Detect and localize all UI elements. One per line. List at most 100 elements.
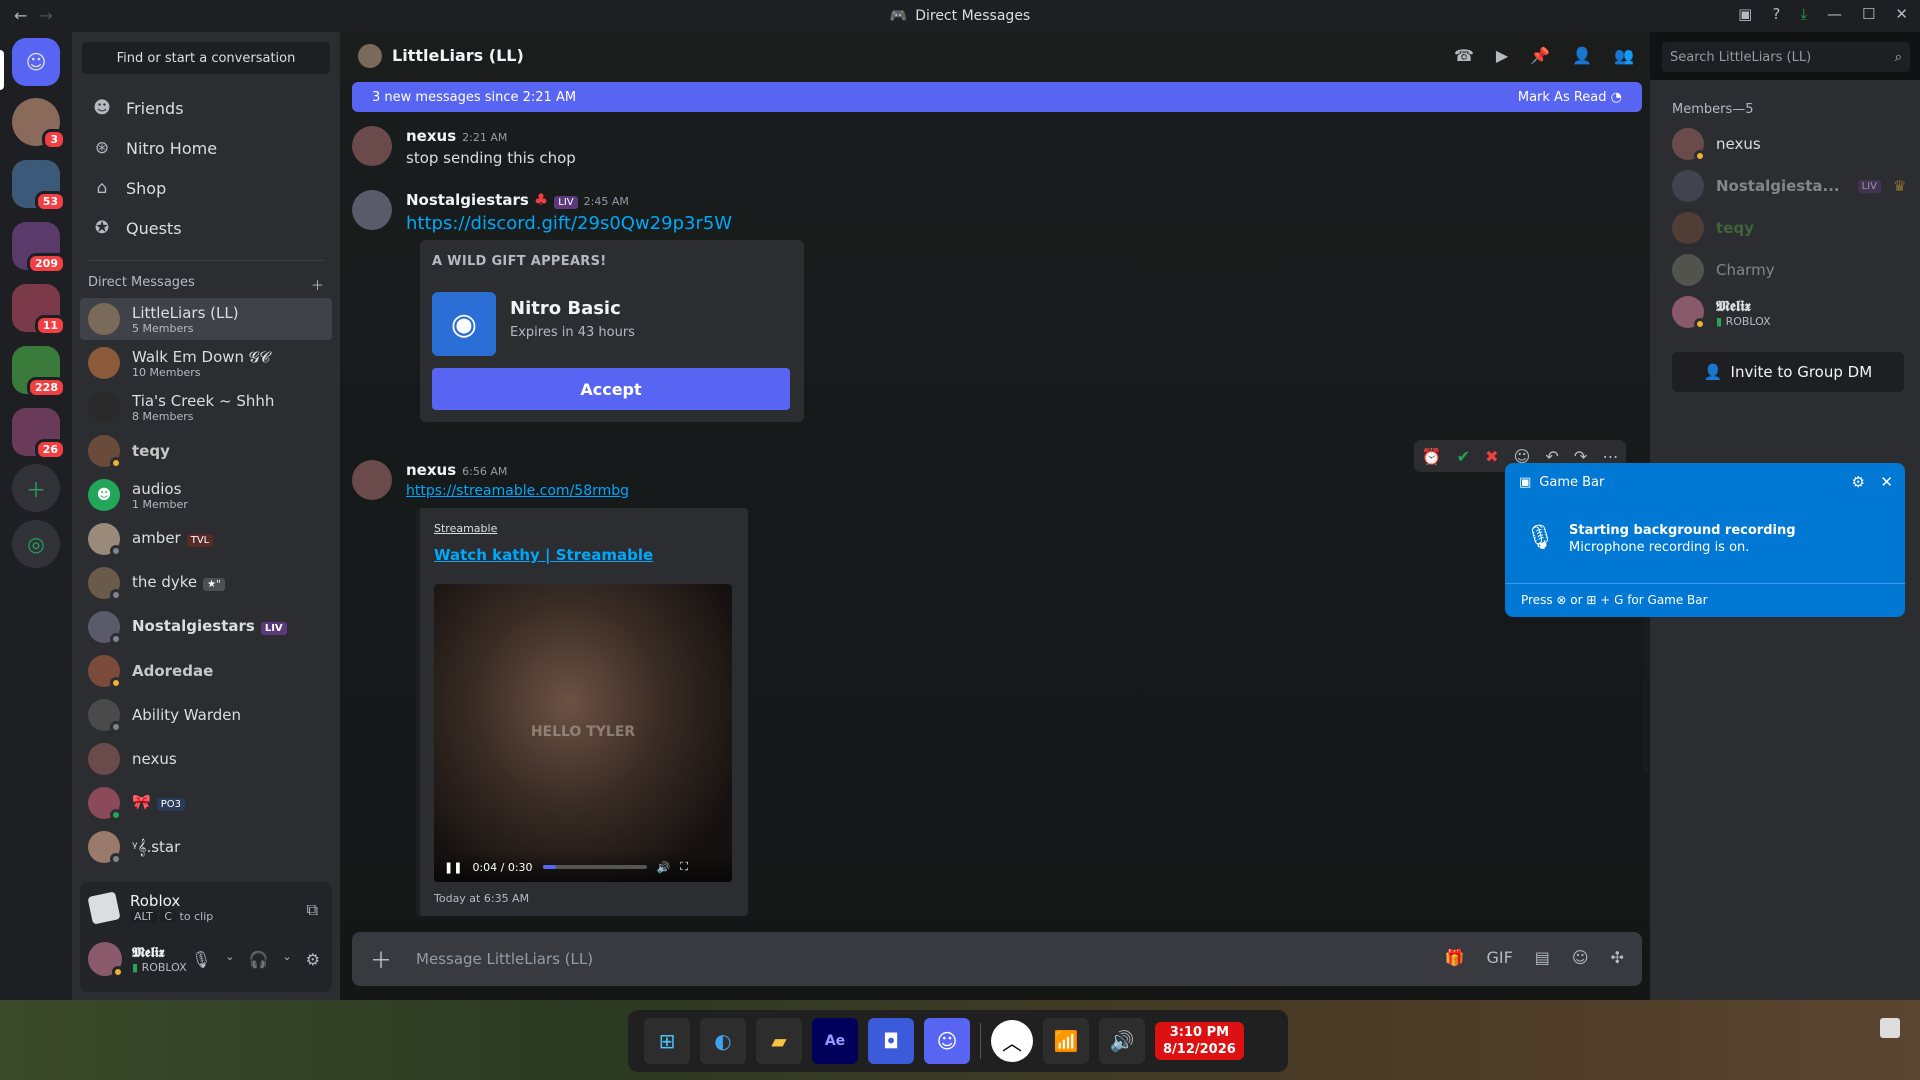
server-folder[interactable]: 26 [12, 408, 66, 460]
forward-arrow-icon[interactable]: → [39, 6, 52, 25]
gamebar-settings-icon[interactable]: ⚙ [1852, 473, 1865, 491]
inbox-icon[interactable]: ▣ [1738, 5, 1752, 23]
cross-icon[interactable]: ✖ [1485, 447, 1498, 466]
volume-icon[interactable]: 🔊 [1099, 1018, 1145, 1064]
member-item[interactable]: teqy [1672, 212, 1754, 244]
phone-call-icon[interactable]: ☎ [1454, 46, 1474, 65]
wifi-icon[interactable]: 📶 [1043, 1018, 1089, 1064]
app-icon[interactable]: ◘ [868, 1018, 914, 1064]
message-author[interactable]: Nostalgiestars [406, 191, 529, 209]
member-item[interactable]: Nostalgiesta... LIV ♛ [1672, 170, 1906, 202]
mark-as-read-button[interactable]: Mark As Read [1518, 90, 1607, 105]
after-effects-icon[interactable]: Ae [812, 1018, 858, 1064]
nav-friends[interactable]: ☻ Friends [80, 88, 332, 128]
notification-center-icon[interactable] [1880, 1018, 1900, 1038]
accept-button[interactable]: Accept [432, 368, 790, 410]
add-friends-icon[interactable]: 👤 [1572, 46, 1592, 65]
sticker-icon[interactable]: ▤ [1535, 948, 1550, 967]
members-icon[interactable]: 👥 [1614, 46, 1634, 65]
attach-plus-icon[interactable]: ＋ [370, 943, 392, 975]
dm-item[interactable]: Adoredae [80, 650, 332, 692]
server-icon[interactable]: 3 [12, 98, 66, 150]
gift-link[interactable]: https://discord.gift/29s0Qw29p3r5W [406, 213, 732, 234]
settings-gear-icon[interactable]: ⚙ [306, 950, 320, 969]
new-messages-bar[interactable]: 3 new messages since 2:21 AM Mark As Rea… [352, 82, 1642, 112]
clock-time: 3:10 PM [1169, 1025, 1230, 1040]
dm-item[interactable]: Ability Warden [80, 694, 332, 736]
help-icon[interactable]: ? [1772, 5, 1780, 23]
server-folder[interactable]: 11 [12, 284, 66, 336]
chat-search-input[interactable]: Search LittleLiars (LL) ⌕ [1662, 42, 1910, 72]
edge-icon[interactable]: ◐ [700, 1018, 746, 1064]
invite-label: Invite to Group DM [1730, 363, 1873, 381]
message-input[interactable]: Message LittleLiars (LL) [416, 950, 593, 968]
member-item[interactable]: Charmy [1672, 254, 1775, 286]
fullscreen-icon[interactable]: ⛶ [680, 860, 688, 874]
nav-shop[interactable]: ⌂ Shop [80, 168, 332, 208]
pause-icon[interactable]: ❚❚ [444, 861, 462, 874]
video-progress[interactable] [542, 865, 647, 869]
video-call-icon[interactable]: ▶ [1496, 46, 1508, 65]
member-item[interactable]: nexus [1672, 128, 1761, 162]
server-folder[interactable]: 53 [12, 160, 66, 212]
dm-item[interactable]: LittleLiars (LL) 5 Members [80, 298, 332, 340]
dm-item[interactable]: nexus [80, 738, 332, 780]
server-folder[interactable]: 228 [12, 346, 66, 398]
microphone-icon[interactable]: 🎙 [191, 950, 211, 969]
message-author[interactable]: nexus [406, 461, 456, 479]
nav-quests[interactable]: ✪ Quests [80, 208, 332, 248]
dm-item[interactable]: ᵞ𝄞.star [80, 826, 332, 868]
start-icon[interactable]: ⊞ [644, 1018, 690, 1064]
nav-nitro-home[interactable]: ⊛ Nitro Home [80, 128, 332, 168]
screen-share-icon[interactable]: ⧉ [307, 900, 318, 920]
discord-icon[interactable]: ☺ [924, 1018, 970, 1064]
gift-heading: A WILD GIFT APPEARS! [432, 254, 607, 269]
message-link[interactable]: https://streamable.com/58rmbg [406, 483, 629, 499]
member-item[interactable]: 𝕸𝖊𝖑𝖎𝖝 ▮ ROBLOX [1672, 296, 1771, 330]
discover-button[interactable]: ◎ [12, 520, 60, 568]
game-controller-icon: ▮ [132, 960, 139, 974]
show-hidden-icons[interactable]: ︿ [991, 1020, 1033, 1062]
dm-item[interactable]: Walk Em Down 𝓖𝓒 10 Members [80, 342, 332, 384]
invite-button[interactable]: 👤 Invite to Group DM [1672, 352, 1904, 392]
maximize-icon[interactable]: ☐ [1862, 5, 1875, 23]
create-dm-plus-icon[interactable]: ＋ [311, 275, 324, 294]
dm-item[interactable]: Tia's Creek ~ Shhh 8 Members [80, 386, 332, 428]
embed-provider[interactable]: Streamable [434, 522, 497, 535]
dm-item[interactable]: amber TVL [80, 518, 332, 560]
dm-item[interactable]: Nostalgiestars LIV [80, 606, 332, 648]
chevron-down-icon[interactable]: ⌄ [225, 950, 234, 969]
dm-item[interactable]: ☻ audios 1 Member [80, 474, 332, 516]
dm-item[interactable]: teqy [80, 430, 332, 472]
scrollbar[interactable] [1643, 612, 1649, 772]
back-arrow-icon[interactable]: ← [14, 6, 27, 25]
home-button[interactable]: ☺ [12, 38, 60, 86]
embed-title[interactable]: Watch kathy | Streamable [434, 546, 653, 564]
gif-icon[interactable]: GIF [1486, 948, 1512, 967]
minimize-icon[interactable]: — [1827, 5, 1842, 23]
volume-icon[interactable]: 🔊 [657, 861, 671, 874]
message-author[interactable]: nexus [406, 127, 456, 145]
apps-icon[interactable]: ✣ [1611, 948, 1624, 967]
clock[interactable]: 3:10 PM 8/12/2026 [1155, 1022, 1244, 1060]
gamebar-close-icon[interactable]: ✕ [1880, 473, 1893, 491]
headphones-icon[interactable]: 🎧 [249, 950, 269, 969]
user-info[interactable]: 𝕸𝖊𝖑𝖎𝖝 ▮ ROBLOX [88, 942, 187, 978]
add-server-button[interactable]: ＋ [12, 464, 60, 512]
file-explorer-icon[interactable]: ▰ [756, 1018, 802, 1064]
dm-item[interactable]: 🎀 PO3 [80, 782, 332, 824]
check-icon[interactable]: ✔ [1457, 447, 1470, 466]
alarm-icon[interactable]: ⏰ [1422, 447, 1442, 466]
server-folder[interactable]: 209 [12, 222, 66, 274]
chevron-down-icon[interactable]: ⌄ [282, 950, 291, 969]
gift-icon[interactable]: 🎁 [1445, 948, 1465, 967]
video-player[interactable]: HELLO TYLER ❚❚ 0:04 / 0:30 🔊 ⛶ [434, 584, 732, 882]
close-icon[interactable]: ✕ [1895, 5, 1908, 23]
download-icon[interactable]: ⤓ [1800, 5, 1807, 23]
pin-icon[interactable]: 📌 [1530, 46, 1550, 65]
dm-name: audios [132, 479, 182, 498]
hint-text: to clip [179, 910, 214, 923]
find-conversation-button[interactable]: Find or start a conversation [82, 42, 330, 74]
emoji-icon[interactable]: ☺ [1572, 948, 1589, 967]
dm-item[interactable]: the dyke ★" [80, 562, 332, 604]
